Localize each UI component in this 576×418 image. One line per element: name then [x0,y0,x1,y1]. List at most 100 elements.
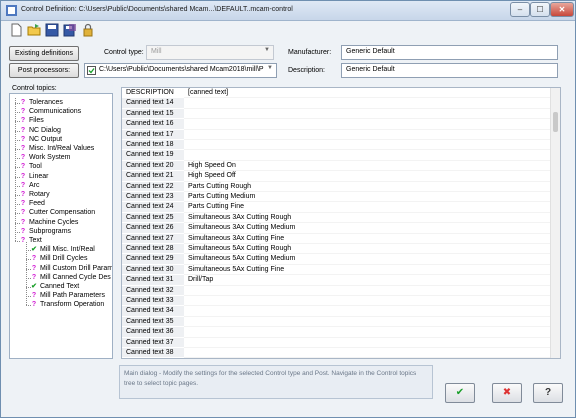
description-field[interactable]: Generic Default [341,63,558,78]
save-as-icon[interactable] [63,23,77,37]
row-value-cell[interactable]: High Speed On [184,161,552,172]
row-value-cell[interactable] [184,317,552,328]
minimize-button[interactable]: – [510,2,530,17]
scroll-thumb[interactable] [553,112,558,132]
row-value-cell[interactable] [184,150,552,161]
tree-subitem[interactable]: ? Transform Operation [30,300,104,309]
tree-subitem[interactable]: ✔ Canned Text [30,282,79,291]
table-row[interactable]: Canned text 22 Parts Cutting Rough [122,181,552,192]
tree-item-label: Rotary [29,191,50,198]
table-row[interactable]: Canned text 14 [122,98,552,109]
tree-subitem[interactable]: ? Mill Custom Drill Param [30,264,112,273]
row-value-cell[interactable]: Simultaneous 5Ax Cutting Medium [184,254,552,265]
row-value-cell[interactable]: Drill/Tap [184,275,552,286]
tree-item[interactable]: ? Tool [19,162,42,171]
tree-item[interactable]: ? Subprograms [19,227,71,236]
table-row[interactable]: Canned text 35 [122,316,552,328]
tree-subitem[interactable]: ? Mill Canned Cycle Des [30,273,111,282]
row-value-cell[interactable]: Parts Cutting Rough [184,182,552,192]
row-value-cell[interactable]: Simultaneous 3Ax Cutting Rough [184,213,552,224]
table-row[interactable]: Canned text 28 Simultaneous 5Ax Cutting R… [122,244,552,255]
row-value-cell[interactable]: High Speed Off [184,171,552,182]
tree-item[interactable]: ? NC Output [19,135,62,144]
manufacturer-field[interactable]: Generic Default [341,45,558,60]
tree-item[interactable]: ? Feed [19,199,45,208]
tree-subitem[interactable]: ? Mill Drill Cycles [30,254,88,263]
tree-subitem[interactable]: ? Mill Path Parameters [30,291,105,300]
table-row[interactable]: Canned text 30 Simultaneous 5Ax Cutting F… [122,264,552,276]
row-value-cell[interactable] [184,130,552,140]
table-row[interactable]: Canned text 36 [122,327,552,338]
table-row[interactable]: Canned text 38 [122,348,552,358]
row-description-cell: Canned text 19 [122,150,184,161]
table-row[interactable]: Canned text 26 Simultaneous 3Ax Cutting M… [122,223,552,234]
table-row[interactable]: Canned text 20 High Speed On [122,160,552,172]
row-value-cell[interactable] [184,98,552,109]
table-row[interactable]: Canned text 16 [122,119,552,130]
tree-item[interactable]: ? Linear [19,172,49,181]
table-row[interactable]: Canned text 24 Parts Cutting Fine [122,202,552,213]
row-value-cell[interactable]: Simultaneous 3Ax Cutting Fine [184,234,552,244]
ok-button[interactable]: ✔ [445,383,475,403]
table-row[interactable]: Canned text 15 [122,108,552,120]
table-row[interactable]: Canned text 31 Drill/Tap [122,275,552,286]
row-value-cell[interactable] [184,119,552,130]
post-processors-button[interactable]: Post processors: [9,63,79,78]
question-mark-icon: ? [20,227,26,235]
row-value-cell[interactable] [184,306,552,317]
row-value-cell[interactable] [184,140,552,151]
new-icon[interactable] [9,23,23,37]
tree-item[interactable]: ? Arc [19,181,40,190]
close-button[interactable]: ✕ [550,2,574,17]
tree-item[interactable]: ? Rotary [19,190,50,199]
row-description-cell: Canned text 36 [122,327,184,338]
maximize-button[interactable]: ☐ [530,2,550,17]
row-value-cell[interactable] [184,338,552,348]
tree-item[interactable]: ? Work System [19,153,71,162]
row-value-cell[interactable] [184,348,552,358]
table-row[interactable]: Canned text 18 [122,140,552,151]
table-row[interactable]: Canned text 33 [122,296,552,307]
row-value-cell[interactable]: Parts Cutting Medium [184,192,552,203]
control-type-select[interactable]: Mill ▼ [146,45,274,60]
table-row[interactable]: Canned text 32 [122,285,552,296]
row-description-cell: Canned text 14 [122,98,184,109]
post-path-select[interactable]: C:\Users\Public\Documents\shared Mcam201… [84,63,277,78]
question-mark-icon: ? [20,154,26,162]
table-row[interactable]: Canned text 19 [122,150,552,161]
table-row[interactable]: Canned text 29 Simultaneous 5Ax Cutting M… [122,254,552,265]
table-row[interactable]: Canned text 34 [122,306,552,317]
help-button[interactable]: ? [533,383,563,403]
row-value-cell[interactable] [184,109,552,120]
open-icon[interactable] [27,23,41,37]
tree-item[interactable]: ? NC Dialog [19,126,61,135]
row-value-cell[interactable]: Simultaneous 5Ax Cutting Fine [184,265,552,276]
lock-icon[interactable] [81,23,95,37]
row-value-cell[interactable]: Simultaneous 5Ax Cutting Rough [184,244,552,255]
tree-item[interactable]: ? Machine Cycles [19,218,79,227]
save-icon[interactable] [45,23,59,37]
table-row[interactable]: Canned text 27 Simultaneous 3Ax Cutting F… [122,233,552,244]
row-value-cell[interactable] [184,286,552,296]
table-row[interactable]: Canned text 17 [122,129,552,140]
existing-definitions-button[interactable]: Existing definitions [9,46,79,61]
tree-item[interactable]: ? Text [19,236,42,245]
row-value-cell[interactable]: Parts Cutting Fine [184,202,552,213]
tree-item[interactable]: ? Cutter Compensation [19,208,95,217]
table-row[interactable]: Canned text 37 [122,337,552,348]
row-value-cell[interactable] [184,296,552,307]
row-value-cell[interactable]: Simultaneous 3Ax Cutting Medium [184,223,552,234]
tree-item[interactable]: ? Files [19,116,44,125]
cancel-button[interactable]: ✖ [492,383,522,403]
tree-subitem[interactable]: ✔ Mill Misc. Int/Real [30,245,95,254]
table-row[interactable]: Canned text 25 Simultaneous 3Ax Cutting R… [122,212,552,224]
table-row[interactable]: Canned text 23 Parts Cutting Medium [122,192,552,203]
tree-item-label: Files [29,117,44,125]
table-row[interactable]: Canned text 21 High Speed Off [122,171,552,182]
row-value-cell[interactable] [184,327,552,338]
tree-item[interactable]: ? Communications [19,107,81,116]
tree-item[interactable]: ? Misc. Int/Real Values [19,144,94,153]
question-mark-icon: ? [31,292,37,300]
vertical-scrollbar[interactable] [550,88,560,358]
tree-item[interactable]: ? Tolerances [19,98,63,107]
